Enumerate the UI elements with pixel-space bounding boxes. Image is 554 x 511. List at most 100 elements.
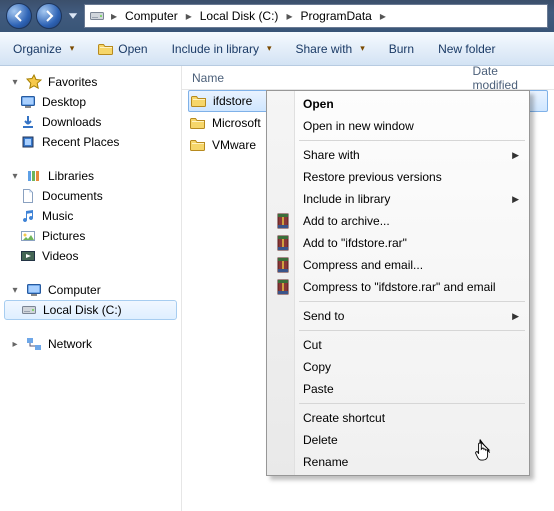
include-in-library-menu[interactable]: Include in library (167, 39, 277, 59)
tree-item-local-disk-c[interactable]: Local Disk (C:) (4, 300, 177, 320)
menu-add-to-archive[interactable]: Add to archive... (269, 210, 527, 232)
tree-item-recent-places[interactable]: Recent Places (4, 132, 177, 152)
tree-item-downloads[interactable]: Downloads (4, 112, 177, 132)
chevron-right-icon[interactable]: ▸ (282, 9, 296, 23)
navigation-pane: ▾ Favorites Desktop Downloads Recent Plac… (0, 66, 182, 511)
breadcrumb-computer[interactable]: Computer (123, 9, 180, 23)
column-name[interactable]: Name (182, 71, 463, 85)
organize-menu[interactable]: Organize (8, 39, 79, 59)
rar-icon (273, 257, 293, 273)
menu-rename[interactable]: Rename (269, 451, 527, 473)
menu-label: Compress to "ifdstore.rar" and email (303, 280, 496, 294)
collapse-icon[interactable]: ▾ (10, 285, 20, 296)
history-dropdown[interactable] (66, 6, 80, 26)
list-item-label: Microsoft (212, 116, 261, 130)
new-folder-button[interactable]: New folder (433, 39, 500, 59)
tree-item-videos[interactable]: Videos (4, 246, 177, 266)
music-icon (20, 208, 36, 224)
collapse-icon[interactable]: ▾ (10, 77, 20, 88)
tree-network[interactable]: ▸ Network (4, 334, 177, 354)
chevron-right-icon[interactable]: ▸ (107, 9, 121, 23)
folder-icon (190, 137, 206, 153)
menu-separator (299, 301, 525, 302)
address-bar[interactable]: ▸ Computer ▸ Local Disk (C:) ▸ ProgramDa… (84, 4, 548, 28)
menu-compress-rar-email[interactable]: Compress to "ifdstore.rar" and email (269, 276, 527, 298)
folder-icon (191, 93, 207, 109)
libraries-label: Libraries (48, 169, 94, 183)
tree-item-label: Desktop (42, 95, 86, 109)
menu-include-in-library[interactable]: Include in library (269, 188, 527, 210)
tree-item-label: Music (42, 209, 73, 223)
desktop-icon (20, 94, 36, 110)
computer-label: Computer (48, 283, 101, 297)
folder-icon (190, 115, 206, 131)
open-label: Open (118, 42, 147, 56)
recent-icon (20, 134, 36, 150)
location-icon (89, 8, 105, 24)
tree-item-pictures[interactable]: Pictures (4, 226, 177, 246)
tree-item-label: Documents (42, 189, 103, 203)
rar-icon (273, 213, 293, 229)
document-icon (20, 188, 36, 204)
list-item-label: VMware (212, 138, 256, 152)
tree-item-label: Pictures (42, 229, 85, 243)
menu-label: Add to archive... (303, 214, 390, 228)
burn-button[interactable]: Burn (384, 39, 419, 59)
expand-icon[interactable]: ▸ (10, 339, 20, 350)
breadcrumb-programdata[interactable]: ProgramData (298, 9, 373, 23)
tree-item-label: Recent Places (42, 135, 119, 149)
back-button[interactable] (6, 3, 32, 29)
network-label: Network (48, 337, 92, 351)
menu-copy[interactable]: Copy (269, 356, 527, 378)
tree-computer[interactable]: ▾ Computer (4, 280, 177, 300)
menu-label: Add to "ifdstore.rar" (303, 236, 407, 250)
navigation-bar: ▸ Computer ▸ Local Disk (C:) ▸ ProgramDa… (0, 0, 554, 32)
menu-delete[interactable]: Delete (269, 429, 527, 451)
tree-item-label: Local Disk (C:) (43, 303, 122, 317)
open-button[interactable]: Open (93, 38, 152, 60)
menu-share-with[interactable]: Share with (269, 144, 527, 166)
menu-open-new-window[interactable]: Open in new window (269, 115, 527, 137)
share-with-menu[interactable]: Share with (291, 39, 370, 59)
network-icon (26, 336, 42, 352)
tree-item-documents[interactable]: Documents (4, 186, 177, 206)
chevron-right-icon[interactable]: ▸ (376, 9, 390, 23)
download-icon (20, 114, 36, 130)
menu-paste[interactable]: Paste (269, 378, 527, 400)
rar-icon (273, 235, 293, 251)
rar-icon (273, 279, 293, 295)
menu-add-to-rar[interactable]: Add to "ifdstore.rar" (269, 232, 527, 254)
list-item-label: ifdstore (213, 94, 252, 108)
forward-button[interactable] (36, 3, 62, 29)
breadcrumb-local-disk[interactable]: Local Disk (C:) (198, 9, 281, 23)
disk-icon (21, 302, 37, 318)
collapse-icon[interactable]: ▾ (10, 171, 20, 182)
computer-icon (26, 282, 42, 298)
chevron-right-icon[interactable]: ▸ (182, 9, 196, 23)
menu-label: Compress and email... (303, 258, 423, 272)
picture-icon (20, 228, 36, 244)
tree-favorites[interactable]: ▾ Favorites (4, 72, 177, 92)
favorites-label: Favorites (48, 75, 97, 89)
video-icon (20, 248, 36, 264)
libraries-icon (26, 168, 42, 184)
context-menu: Open Open in new window Share with Resto… (266, 90, 530, 476)
tree-item-label: Downloads (42, 115, 101, 129)
menu-send-to[interactable]: Send to (269, 305, 527, 327)
menu-create-shortcut[interactable]: Create shortcut (269, 407, 527, 429)
menu-cut[interactable]: Cut (269, 334, 527, 356)
menu-compress-email[interactable]: Compress and email... (269, 254, 527, 276)
tree-item-music[interactable]: Music (4, 206, 177, 226)
menu-separator (299, 330, 525, 331)
menu-open[interactable]: Open (269, 93, 527, 115)
column-headers: Name Date modified (182, 66, 554, 90)
menu-open-label: Open (303, 97, 334, 111)
toolbar: Organize Open Include in library Share w… (0, 32, 554, 66)
menu-separator (299, 140, 525, 141)
menu-restore-previous[interactable]: Restore previous versions (269, 166, 527, 188)
tree-libraries[interactable]: ▾ Libraries (4, 166, 177, 186)
tree-item-desktop[interactable]: Desktop (4, 92, 177, 112)
star-icon (26, 74, 42, 90)
menu-separator (299, 403, 525, 404)
column-date-modified[interactable]: Date modified (463, 64, 554, 92)
